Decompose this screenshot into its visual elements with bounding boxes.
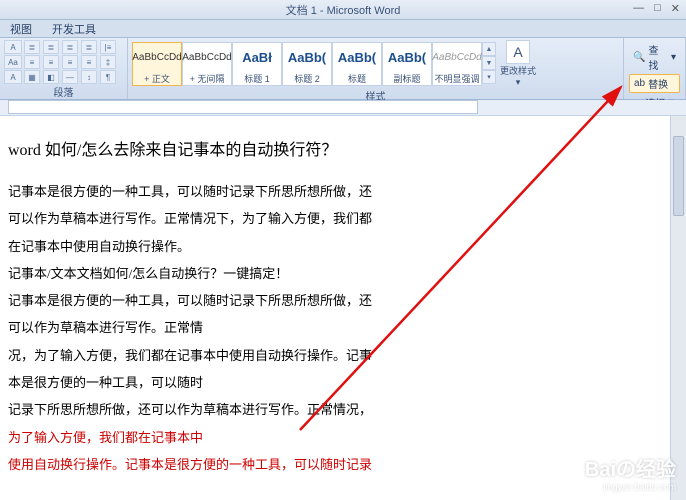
group-paragraph-label: 段落 (4, 84, 123, 98)
style-title[interactable]: AaBb( 标题 (332, 42, 382, 86)
document-area[interactable]: word 如何/怎么去除来自记事本的自动换行符？ 记事本是很方便的一种工具，可以… (0, 116, 686, 500)
find-icon: 🔍 (633, 52, 645, 63)
horizontal-ruler[interactable] (0, 100, 686, 116)
doc-line: 在记事本中使用自动换行操作。 (8, 233, 468, 260)
doc-line: 本是很方便的一种工具，可以随时 (8, 369, 468, 396)
tab-view[interactable]: 视图 (0, 19, 42, 39)
style-normal[interactable]: AaBbCcDd + 正文 (132, 42, 182, 86)
highlight-icon[interactable]: A (4, 70, 22, 84)
gallery-more-icon[interactable]: ▾ (482, 70, 496, 84)
style-subtitle[interactable]: AaBb( 副标题 (382, 42, 432, 86)
style-emphasis[interactable]: AaBbCcDd 不明显强调 (432, 42, 482, 86)
replace-icon: ab (634, 78, 645, 89)
gallery-down-icon[interactable]: ▼ (482, 56, 496, 70)
vertical-scrollbar[interactable] (670, 116, 686, 500)
styles-gallery[interactable]: AaBbCcDd + 正文 AaBbCcDd + 无间隔 AaBł 标题 1 A… (132, 42, 496, 86)
tab-developer[interactable]: 开发工具 (42, 19, 106, 39)
change-style-button[interactable]: A 更改样式 ▾ (498, 40, 538, 88)
doc-line: 可以作为草稿本进行写作。正常情 (8, 314, 468, 341)
doc-line: 况，为了输入方便，我们都在记事本中使用自动换行操作。记事 (8, 342, 468, 369)
scroll-thumb[interactable] (673, 136, 684, 216)
doc-line: 记事本是很方便的一种工具，可以随时记录下所思所想所做，还 (8, 178, 468, 205)
replace-button[interactable]: ab替换 (629, 74, 680, 93)
find-button[interactable]: 🔍查找▾ (629, 41, 680, 73)
doc-line: 为了输入方便，我们都在记事本中 (8, 424, 468, 451)
doc-line: 记事本是很方便的一种工具，可以随时记录下所思所想所做，还 (8, 287, 468, 314)
doc-line: 记事本/文本文档如何/怎么自动换行？一键搞定！ (8, 260, 468, 287)
window-title: 文档 1 - Microsoft Word (286, 2, 401, 18)
watermark: Baiの经验 jingyan.baidu.com (585, 453, 676, 492)
doc-line: 记录下所思所想所做，还可以作为草稿本进行写作。正常情况， (8, 396, 468, 423)
doc-line: 可以作为草稿本进行写作。正常情况下，为了输入方便，我们都 (8, 205, 468, 232)
gallery-up-icon[interactable]: ▲ (482, 42, 496, 56)
change-style-icon: A (506, 40, 530, 64)
maximize-button[interactable]: □ (654, 2, 661, 15)
paragraph-tools[interactable]: ≣≣≣≣|≡ ≡≡≡≡‡ ▦◧—↕¶ (24, 40, 116, 84)
format-icon[interactable]: Aa (4, 55, 22, 69)
close-button[interactable]: ✕ (671, 2, 680, 15)
minimize-button[interactable]: — (633, 2, 644, 15)
style-nospacing[interactable]: AaBbCcDd + 无间隔 (182, 42, 232, 86)
doc-line: 使用自动换行操作。记事本是很方便的一种工具，可以随时记录 (8, 451, 468, 478)
doc-heading: word 如何/怎么去除来自记事本的自动换行符？ (8, 136, 468, 160)
style-heading2[interactable]: AaBb( 标题 2 (282, 42, 332, 86)
style-heading1[interactable]: AaBł 标题 1 (232, 42, 282, 86)
color-icon[interactable]: A (4, 40, 22, 54)
